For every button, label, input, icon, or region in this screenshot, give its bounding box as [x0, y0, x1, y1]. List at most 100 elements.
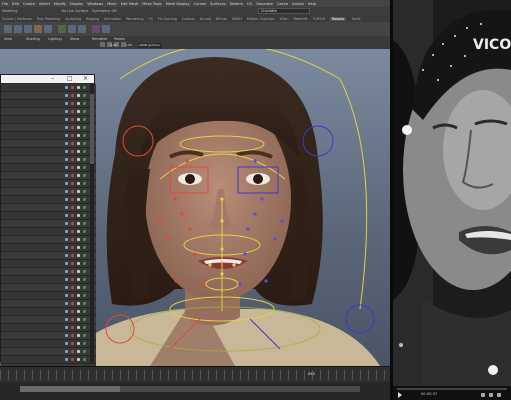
- menu-item[interactable]: Mesh Tools: [142, 2, 161, 6]
- row-toggle-icon[interactable]: [71, 350, 74, 353]
- outliner-row[interactable]: [1, 164, 96, 172]
- menu-item[interactable]: Modify: [54, 2, 66, 6]
- row-toggle-icon[interactable]: [83, 94, 86, 97]
- viewport-menu-item[interactable]: Lighting: [48, 37, 62, 41]
- outliner-row[interactable]: [1, 284, 96, 292]
- row-toggle-icon[interactable]: [83, 278, 86, 281]
- settings-icon[interactable]: [489, 393, 493, 397]
- row-toggle-icon[interactable]: [65, 286, 68, 289]
- row-toggle-icon[interactable]: [71, 110, 74, 113]
- row-toggle-icon[interactable]: [83, 182, 86, 185]
- mode-selector[interactable]: Modeling: [2, 9, 17, 13]
- row-toggle-icon[interactable]: [71, 126, 74, 129]
- row-toggle-icon[interactable]: [65, 190, 68, 193]
- shelf-tab[interactable]: Poly Modeling: [37, 17, 60, 21]
- exposure-value[interactable]: 0.00: [110, 43, 117, 47]
- row-toggle-icon[interactable]: [71, 214, 74, 217]
- outliner-row[interactable]: [1, 252, 96, 260]
- row-toggle-icon[interactable]: [65, 318, 68, 321]
- row-toggle-icon[interactable]: [83, 262, 86, 265]
- row-toggle-icon[interactable]: [71, 166, 74, 169]
- outliner-row[interactable]: [1, 316, 96, 324]
- row-toggle-icon[interactable]: [65, 326, 68, 329]
- row-toggle-icon[interactable]: [65, 158, 68, 161]
- shelf-tool-icon[interactable]: [44, 25, 52, 33]
- row-toggle-icon[interactable]: [83, 358, 86, 361]
- viewport-menu-item[interactable]: View: [4, 37, 12, 41]
- row-toggle-icon[interactable]: [65, 150, 68, 153]
- outliner-scrollbar[interactable]: [90, 84, 94, 362]
- row-toggle-icon[interactable]: [65, 350, 68, 353]
- outliner-row[interactable]: [1, 268, 96, 276]
- row-toggle-icon[interactable]: [71, 190, 74, 193]
- shelf-tab[interactable]: MASH: [232, 17, 242, 21]
- menu-item[interactable]: Cache: [277, 2, 288, 6]
- row-toggle-icon[interactable]: [83, 86, 86, 89]
- workspace-selector[interactable]: Charlotte: [258, 8, 310, 14]
- row-toggle-icon[interactable]: [65, 118, 68, 121]
- outliner-window[interactable]: – □ ×: [0, 74, 96, 380]
- shelf-tab[interactable]: TURTLE: [312, 17, 325, 21]
- shelf-tool-icon[interactable]: [68, 25, 76, 33]
- viewport-menu-item[interactable]: Show: [70, 37, 79, 41]
- outliner-row[interactable]: [1, 348, 96, 356]
- outliner-row[interactable]: [1, 236, 96, 244]
- row-toggle-icon[interactable]: [83, 142, 86, 145]
- outliner-row[interactable]: [1, 204, 96, 212]
- row-toggle-icon[interactable]: [83, 350, 86, 353]
- row-toggle-icon[interactable]: [71, 246, 74, 249]
- shelf-tool-icon[interactable]: [58, 25, 66, 33]
- row-toggle-icon[interactable]: [71, 286, 74, 289]
- row-toggle-icon[interactable]: [83, 198, 86, 201]
- shelf-tool-icon[interactable]: [24, 25, 32, 33]
- row-toggle-icon[interactable]: [65, 198, 68, 201]
- row-toggle-icon[interactable]: [83, 134, 86, 137]
- row-toggle-icon[interactable]: [77, 270, 80, 273]
- outliner-row[interactable]: [1, 180, 96, 188]
- outliner-row[interactable]: [1, 116, 96, 124]
- row-toggle-icon[interactable]: [77, 102, 80, 105]
- row-toggle-icon[interactable]: [83, 310, 86, 313]
- row-toggle-icon[interactable]: [71, 294, 74, 297]
- row-toggle-icon[interactable]: [77, 310, 80, 313]
- maximize-button[interactable]: □: [67, 75, 73, 83]
- row-toggle-icon[interactable]: [65, 310, 68, 313]
- row-toggle-icon[interactable]: [71, 86, 74, 89]
- row-toggle-icon[interactable]: [65, 182, 68, 185]
- row-toggle-icon[interactable]: [71, 94, 74, 97]
- row-toggle-icon[interactable]: [77, 214, 80, 217]
- menu-item[interactable]: Windows: [87, 2, 103, 6]
- outliner-row[interactable]: [1, 332, 96, 340]
- outliner-row[interactable]: [1, 156, 96, 164]
- outliner-row[interactable]: [1, 212, 96, 220]
- row-toggle-icon[interactable]: [71, 262, 74, 265]
- row-toggle-icon[interactable]: [77, 166, 80, 169]
- row-toggle-icon[interactable]: [65, 166, 68, 169]
- row-toggle-icon[interactable]: [77, 278, 80, 281]
- row-toggle-icon[interactable]: [71, 278, 74, 281]
- row-toggle-icon[interactable]: [77, 350, 80, 353]
- menu-item[interactable]: Create: [23, 2, 35, 6]
- row-toggle-icon[interactable]: [71, 102, 74, 105]
- outliner-row[interactable]: [1, 244, 96, 252]
- scroll-thumb[interactable]: [90, 94, 94, 164]
- row-toggle-icon[interactable]: [83, 246, 86, 249]
- menu-item[interactable]: Deform: [230, 2, 243, 6]
- row-toggle-icon[interactable]: [83, 166, 86, 169]
- shelf-tab[interactable]: Rendering: [126, 17, 143, 21]
- row-toggle-icon[interactable]: [65, 230, 68, 233]
- menu-item[interactable]: Edit Mesh: [121, 2, 139, 6]
- row-toggle-icon[interactable]: [71, 334, 74, 337]
- volume-icon[interactable]: [481, 393, 485, 397]
- menu-item[interactable]: Help: [308, 2, 316, 6]
- color-space-dropdown[interactable]: sRGB gamma: [138, 43, 162, 48]
- row-toggle-icon[interactable]: [65, 254, 68, 257]
- row-toggle-icon[interactable]: [77, 94, 80, 97]
- row-toggle-icon[interactable]: [65, 94, 68, 97]
- row-toggle-icon[interactable]: [71, 326, 74, 329]
- shelf-tool-icon[interactable]: [4, 25, 12, 33]
- shelf-tab[interactable]: Custom: [182, 17, 195, 21]
- shelf-tab[interactable]: Rigging: [86, 17, 99, 21]
- row-toggle-icon[interactable]: [83, 318, 86, 321]
- row-toggle-icon[interactable]: [65, 262, 68, 265]
